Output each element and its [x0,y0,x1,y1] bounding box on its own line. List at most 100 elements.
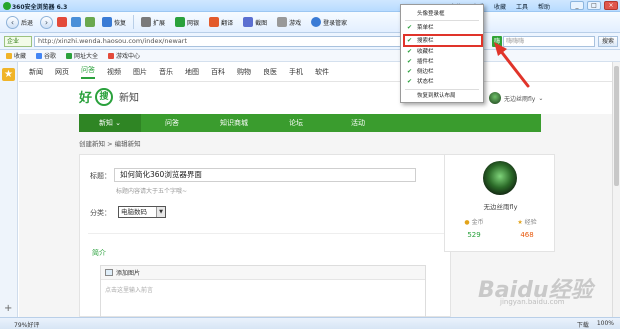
site-nav-video[interactable]: 视频 [107,67,121,77]
download-button[interactable]: 下载 [577,320,589,329]
menu-item-menubar[interactable]: ✔ 菜单栏 [403,23,481,33]
fav-site-directory[interactable]: 网址大全 [66,51,98,60]
site-nav-software[interactable]: 软件 [315,67,329,77]
menu-separator [405,20,479,21]
browser-mode-selector[interactable]: 企业 [4,36,32,47]
refresh-icon[interactable] [71,17,82,27]
status-right: 下载 100% [577,320,614,329]
menu-tools[interactable]: 工具 [516,2,528,11]
favorites-star-icon[interactable]: ★ [2,68,15,81]
home-icon[interactable] [85,17,96,27]
section-nav-qa[interactable]: 问答 [141,118,203,128]
section-nav-events[interactable]: 活动 [327,118,389,128]
translate-button[interactable]: 翻译 [206,16,236,28]
menu-item-statusbar[interactable]: ✔ 状态栏 [403,77,481,87]
menu-item-label: 恢复到默认布局 [417,93,456,99]
check-icon: ✔ [407,68,413,75]
add-image-button[interactable]: 添加图片 [116,268,140,277]
search-engine-icon[interactable]: 嗨 [492,36,502,47]
check-icon: ✔ [407,48,413,55]
user-menu[interactable]: 无边丝雨fly ⌄ [489,92,543,104]
profile-name[interactable]: 无边丝雨fly [445,201,556,211]
add-icon[interactable]: + [4,303,12,314]
fav-site-directory-label: 网址大全 [74,53,99,60]
zoom-level[interactable]: 100% [597,320,614,329]
site-nav-music[interactable]: 音乐 [159,67,173,77]
extend-label: 扩展 [153,19,166,27]
watermark-sub: jingyan.baidu.com [500,298,565,306]
category-select[interactable]: 电脑数码 ▼ [118,206,166,218]
favorites-menu[interactable]: 收藏 [6,51,26,60]
section-nav-xinzhi-label: 新知 [98,119,113,127]
fav-google-label: 谷歌 [44,53,57,60]
menu-item-pluginbar[interactable]: ✔ 插件栏 [403,57,481,67]
stop-icon[interactable] [57,17,68,27]
menu-favorites[interactable]: 收藏 [494,2,506,11]
close-button[interactable]: × [604,1,618,10]
section-nav-store[interactable]: 知识商城 [203,118,265,128]
login-manager-button[interactable]: 登录管家 [308,16,350,28]
site-nav-doctor[interactable]: 良医 [263,67,277,77]
menu-item-label: 头像登录框 [417,11,445,17]
user-icon [311,17,322,27]
site-nav-qa[interactable]: 问答 [81,65,95,79]
avatar[interactable] [483,161,517,195]
intro-editor[interactable]: 添加图片 点击这里输入前言 [100,265,426,317]
back-arrow-icon: ‹ [6,15,19,29]
check-icon: ✔ [407,24,413,31]
section-nav-forum[interactable]: 论坛 [265,118,327,128]
image-icon[interactable] [105,269,113,276]
left-sidebar: ★ + [0,62,18,317]
logo-sou: 搜 [95,87,114,106]
menu-item-label: 状态栏 [417,79,434,85]
category-label: 分类： [90,209,111,217]
menu-item-favbar[interactable]: ✔ 收藏栏 [403,47,481,57]
check-icon: ✔ [407,58,413,65]
site-nav-map[interactable]: 地图 [185,67,199,77]
game-button[interactable]: 游戏 [274,16,304,28]
maximize-button[interactable]: □ [587,1,601,10]
exp-value: 468 [520,231,534,239]
fav-game-center-label: 游戏中心 [116,53,141,60]
restore-button[interactable]: 恢复 [99,16,129,28]
toolbar-context-menu: 头像登录框 ✔ 菜单栏 ✔ 搜索栏 ✔ 收藏栏 ✔ 插件栏 ✔ 侧边栏 ✔ 状态… [400,4,484,103]
login-label: 登录管家 [323,19,348,27]
vertical-scrollbar[interactable] [612,62,620,317]
coin-label: 金币 [471,219,484,226]
main-toolbar: ‹ 后退 › 恢复 扩展 网银 翻译 截图 游戏 登录管家 [0,12,620,33]
favorites-label: 收藏 [14,53,27,60]
exp-label: 经验 [524,219,537,226]
translate-label: 翻译 [221,19,234,27]
menu-item-sidebar[interactable]: ✔ 侧边栏 [403,67,481,77]
extend-button[interactable]: 扩展 [138,16,168,28]
site-nav-mobile[interactable]: 手机 [289,67,303,77]
title-input[interactable]: 如何简化360浏览器界面 [114,168,416,182]
restore-label: 恢复 [114,19,127,27]
back-button[interactable]: ‹ 后退 [3,15,36,30]
bank-button[interactable]: 网银 [172,16,202,28]
game-center-icon [108,52,115,59]
logo-xinzhi: 新知 [119,93,140,104]
menu-item-restore-default[interactable]: 恢复到默认布局 [403,91,481,101]
fav-game-center[interactable]: 游戏中心 [108,51,140,60]
site-nav-baike[interactable]: 百科 [211,67,225,77]
haosou-xinzhi-logo[interactable]: 好 搜 新知 [79,87,139,106]
site-nav-news[interactable]: 新闻 [29,67,43,77]
screenshot-button[interactable]: 截图 [240,16,270,28]
star-icon: ★ [517,219,523,226]
menu-help[interactable]: 帮助 [538,2,550,11]
category-value: 电脑数码 [121,208,147,216]
site-nav-web[interactable]: 网页 [55,67,69,77]
forward-button[interactable]: › [40,15,54,29]
site-nav-shopping[interactable]: 购物 [237,67,251,77]
minimize-button[interactable]: _ [570,1,584,10]
menu-item-avatar-login[interactable]: 头像登录框 [403,9,481,19]
scrollbar-thumb[interactable] [614,66,619,186]
brand-header: 好 搜 新知 无边丝雨fly ⌄ [19,82,612,114]
fav-google[interactable]: 谷歌 [36,51,56,60]
status-rating[interactable]: 79%好评 [14,320,39,329]
search-button[interactable]: 搜索 [598,36,618,47]
site-nav-images[interactable]: 图片 [133,67,147,77]
search-input[interactable]: 嗨嗨嗨 [503,36,595,47]
section-nav-xinzhi[interactable]: 新知 ⌄ [79,114,141,132]
